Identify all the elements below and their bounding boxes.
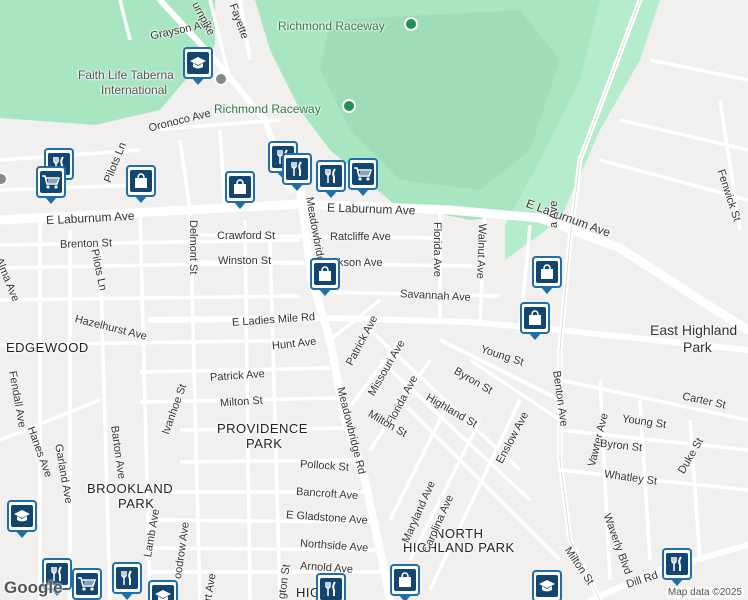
map-attribution[interactable]: Map data ©2025 [665, 587, 744, 598]
street-label: kson Ave [338, 257, 383, 269]
restaurant-marker[interactable] [112, 562, 142, 600]
fork-knife-icon [320, 165, 342, 187]
neighborhood-label-providence: PROVIDENCE [217, 421, 308, 436]
shopping-bag-icon [394, 569, 416, 591]
neighborhood-label-brookland: BROOKLAND [87, 481, 174, 496]
neighborhood-label-brookland-park: PARK [118, 496, 155, 511]
graduation-cap-icon [152, 585, 174, 600]
street-label: Ratcliffe Ave [330, 231, 391, 243]
graduation-cap-icon [11, 505, 33, 527]
map-canvas[interactable]: Richmond Raceway Richmond Raceway Faith … [0, 0, 748, 600]
shopping-bag-icon [130, 170, 152, 192]
street-label: Brenton St [59, 237, 113, 251]
street-label: Walnut Ave [474, 223, 488, 280]
park-label-raceway-top: Richmond Raceway [278, 19, 385, 33]
school-marker[interactable] [532, 570, 562, 600]
fork-knife-icon [666, 553, 688, 575]
shopping-bag-icon [524, 307, 546, 329]
raceway-poi-dot-top[interactable] [404, 17, 418, 31]
school-marker[interactable] [183, 47, 213, 85]
restaurant-marker[interactable] [662, 548, 692, 586]
grocery-marker[interactable] [36, 166, 66, 204]
store-marker[interactable] [390, 564, 420, 600]
neighborhood-label-north: NORTH [435, 526, 484, 541]
store-marker[interactable] [225, 171, 255, 209]
store-marker[interactable] [520, 302, 550, 340]
store-marker[interactable] [126, 165, 156, 203]
place-label-faith-life: Faith Life Taberna [78, 68, 174, 82]
graduation-cap-icon [536, 575, 558, 597]
street-label: Winston St [218, 255, 272, 267]
street-label: Delmont St [187, 220, 199, 275]
store-marker[interactable] [532, 256, 562, 294]
street-label: a Ave [548, 200, 560, 228]
shopping-bag-icon [229, 176, 251, 198]
street-label: Crawford St [217, 230, 276, 242]
street-label: Florida Ave [431, 222, 443, 277]
fork-knife-icon [320, 578, 342, 600]
neighborhood-label-east-highland-park: Park [683, 339, 712, 355]
restaurant-marker[interactable] [316, 160, 346, 198]
church-poi-dot[interactable] [214, 72, 228, 86]
shopping-cart-icon [352, 163, 374, 185]
restaurant-marker[interactable] [316, 573, 346, 600]
place-label-international: International [101, 83, 168, 97]
park-label-raceway-mid: Richmond Raceway [214, 102, 321, 116]
fork-knife-icon [116, 567, 138, 589]
graduation-cap-icon [187, 52, 209, 74]
street-label: E Laburnum Ave [326, 200, 416, 218]
store-marker[interactable] [310, 258, 340, 296]
school-marker[interactable] [148, 580, 178, 600]
neighborhood-label-east-highland: East Highland [650, 322, 738, 338]
grocery-marker[interactable] [72, 568, 102, 600]
raceway-poi-dot-mid[interactable] [342, 99, 356, 113]
school-marker[interactable] [7, 500, 37, 538]
shopping-cart-icon [76, 573, 98, 595]
shopping-cart-icon [40, 171, 62, 193]
neighborhood-label-edgewood: EDGEWOOD [6, 340, 89, 355]
shopping-bag-icon [536, 261, 558, 283]
google-logo[interactable]: Google [4, 578, 63, 598]
grocery-marker[interactable] [348, 158, 378, 196]
shopping-bag-icon [314, 263, 336, 285]
fork-knife-icon [286, 158, 308, 180]
neighborhood-label-providence-park: PARK [246, 436, 283, 451]
restaurant-marker[interactable] [282, 153, 312, 191]
